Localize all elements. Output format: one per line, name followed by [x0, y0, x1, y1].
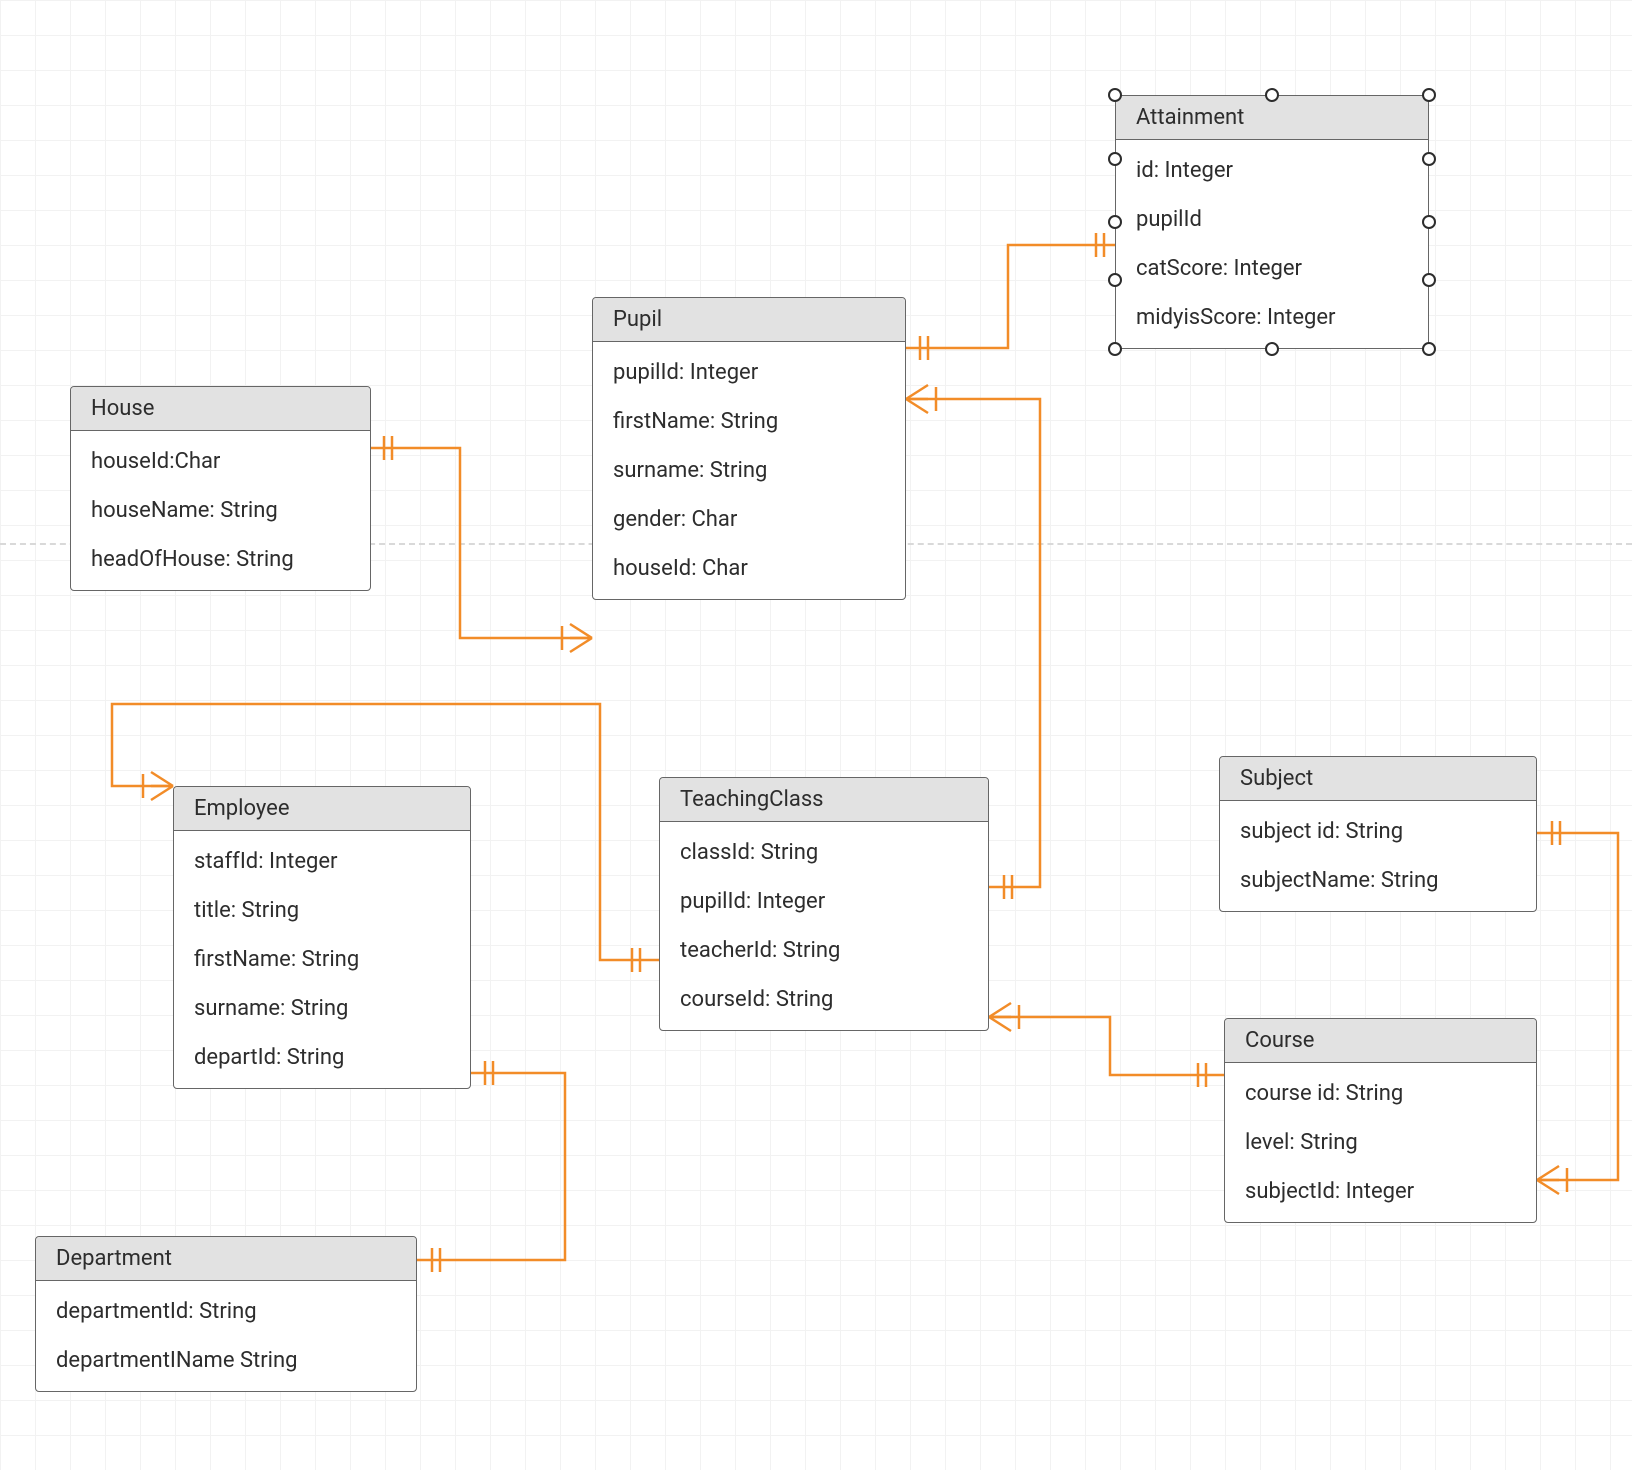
attr: firstName: String: [174, 935, 470, 984]
entity-pupil-title: Pupil: [593, 298, 905, 342]
attr: gender: Char: [593, 495, 905, 544]
attr: houseId: Char: [593, 544, 905, 593]
selection-handle-icon[interactable]: [1422, 215, 1436, 229]
entity-teachingclass-title: TeachingClass: [660, 778, 988, 822]
attr: surname: String: [174, 984, 470, 1033]
attr: classId: String: [660, 828, 988, 877]
entity-pupil[interactable]: Pupil pupilId: Integer firstName: String…: [592, 297, 906, 600]
attr: staffId: Integer: [174, 837, 470, 886]
entity-subject-title: Subject: [1220, 757, 1536, 801]
attr: pupilId: Integer: [593, 348, 905, 397]
entity-course[interactable]: Course course id: String level: String s…: [1224, 1018, 1537, 1223]
attr: pupilId: Integer: [660, 877, 988, 926]
attr: course id: String: [1225, 1069, 1536, 1118]
entity-department[interactable]: Department departmentId: String departme…: [35, 1236, 417, 1392]
entity-attainment-title: Attainment: [1116, 96, 1428, 140]
entity-course-body: course id: String level: String subjectI…: [1225, 1063, 1536, 1222]
attr: headOfHouse: String: [71, 535, 370, 584]
attr: level: String: [1225, 1118, 1536, 1167]
entity-pupil-body: pupilId: Integer firstName: String surna…: [593, 342, 905, 599]
attr: departmentId: String: [36, 1287, 416, 1336]
selection-handle-icon[interactable]: [1108, 273, 1122, 287]
attr: houseName: String: [71, 486, 370, 535]
attr: midyisScore: Integer: [1116, 293, 1428, 342]
selection-handle-icon[interactable]: [1108, 342, 1122, 356]
attr: subject id: String: [1220, 807, 1536, 856]
entity-course-title: Course: [1225, 1019, 1536, 1063]
entity-teachingclass[interactable]: TeachingClass classId: String pupilId: I…: [659, 777, 989, 1031]
entity-subject[interactable]: Subject subject id: String subjectName: …: [1219, 756, 1537, 912]
entity-department-title: Department: [36, 1237, 416, 1281]
entity-employee-title: Employee: [174, 787, 470, 831]
attr: pupilId: [1116, 195, 1428, 244]
selection-handle-icon[interactable]: [1422, 273, 1436, 287]
selection-handle-icon[interactable]: [1108, 215, 1122, 229]
attr: surname: String: [593, 446, 905, 495]
entity-subject-body: subject id: String subjectName: String: [1220, 801, 1536, 911]
selection-handle-icon[interactable]: [1265, 88, 1279, 102]
entity-employee-body: staffId: Integer title: String firstName…: [174, 831, 470, 1088]
entity-house-body: houseId:Char houseName: String headOfHou…: [71, 431, 370, 590]
attr: catScore: Integer: [1116, 244, 1428, 293]
attr: subjectId: Integer: [1225, 1167, 1536, 1216]
attr: departId: String: [174, 1033, 470, 1082]
entity-attainment[interactable]: Attainment id: Integer pupilId catScore:…: [1115, 95, 1429, 349]
selection-handle-icon[interactable]: [1422, 88, 1436, 102]
attr: courseId: String: [660, 975, 988, 1024]
selection-handle-icon[interactable]: [1108, 152, 1122, 166]
entity-house[interactable]: House houseId:Char houseName: String hea…: [70, 386, 371, 591]
selection-handle-icon[interactable]: [1108, 88, 1122, 102]
entity-house-title: House: [71, 387, 370, 431]
attr: subjectName: String: [1220, 856, 1536, 905]
attr: firstName: String: [593, 397, 905, 446]
entity-department-body: departmentId: String departmentIName Str…: [36, 1281, 416, 1391]
entity-teachingclass-body: classId: String pupilId: Integer teacher…: [660, 822, 988, 1030]
selection-handle-icon[interactable]: [1422, 152, 1436, 166]
entity-attainment-body: id: Integer pupilId catScore: Integer mi…: [1116, 140, 1428, 348]
selection-handle-icon[interactable]: [1265, 342, 1279, 356]
attr: title: String: [174, 886, 470, 935]
attr: teacherId: String: [660, 926, 988, 975]
attr: id: Integer: [1116, 146, 1428, 195]
selection-handle-icon[interactable]: [1422, 342, 1436, 356]
entity-employee[interactable]: Employee staffId: Integer title: String …: [173, 786, 471, 1089]
attr: houseId:Char: [71, 437, 370, 486]
attr: departmentIName String: [36, 1336, 416, 1385]
